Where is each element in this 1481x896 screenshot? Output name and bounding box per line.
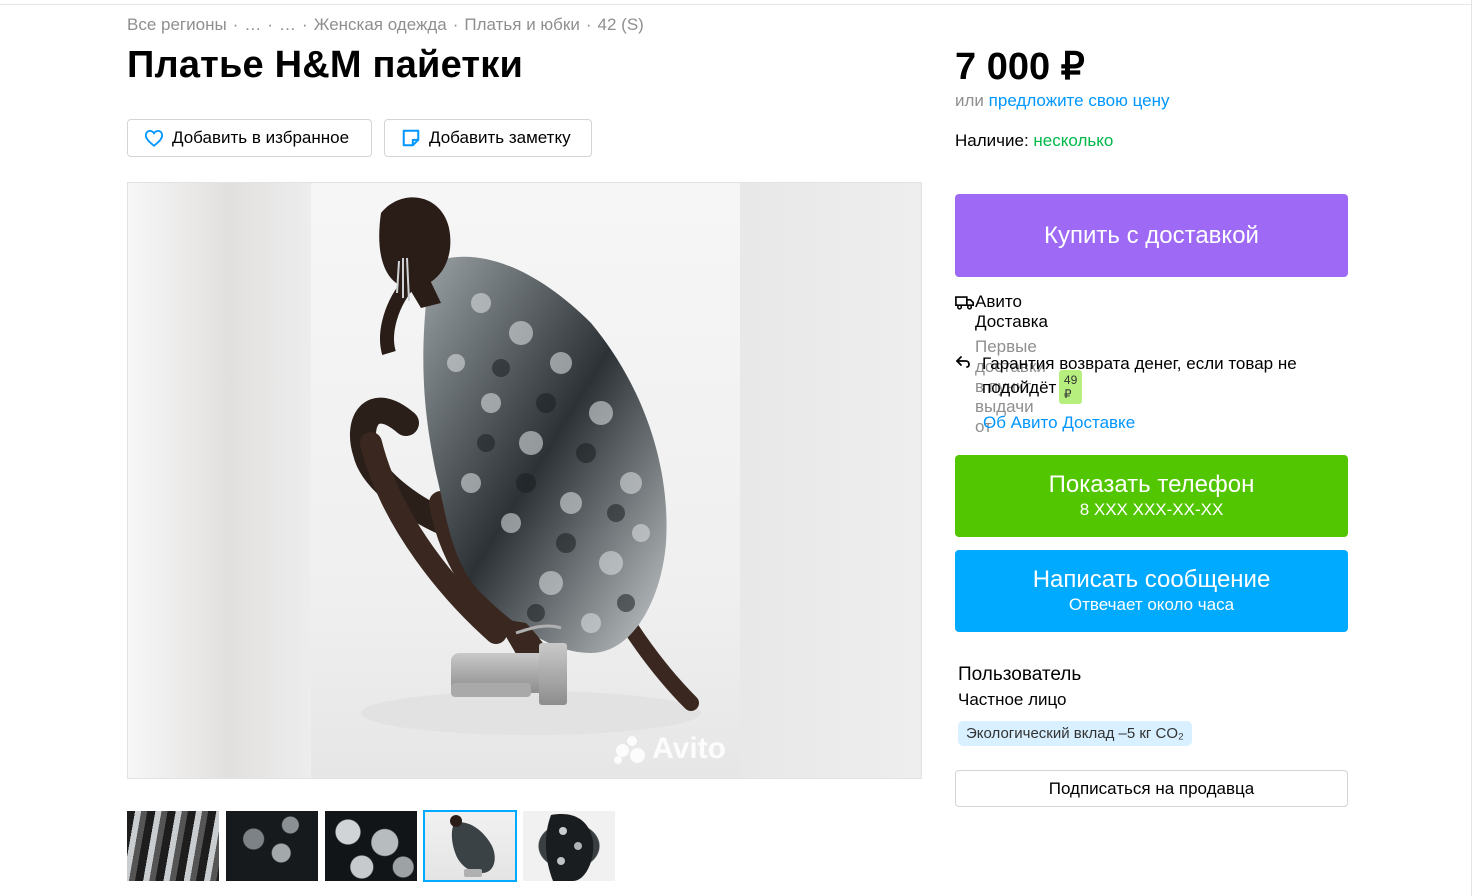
gallery-blur-left: [128, 183, 311, 778]
avito-logo-icon: [614, 734, 650, 764]
thumbnail-dress-illustration: [545, 814, 594, 881]
breadcrumb-separator: ·: [302, 15, 308, 34]
breadcrumb-item[interactable]: 42 (S): [598, 15, 644, 34]
thumbnail-active[interactable]: [423, 810, 517, 882]
thumbnail[interactable]: [127, 811, 219, 881]
breadcrumb-item[interactable]: Все регионы: [127, 15, 227, 34]
breadcrumb-separator: ·: [267, 15, 274, 34]
breadcrumb-item[interactable]: …: [244, 15, 261, 34]
availability: Наличие: несколько: [955, 131, 1113, 151]
seller-name[interactable]: Пользователь: [958, 664, 1081, 686]
gallery-blur-right: [738, 183, 921, 778]
seller-type: Частное лицо: [958, 690, 1067, 709]
delivery-title: Авито Доставка: [975, 292, 1049, 331]
availability-value: несколько: [1033, 131, 1114, 150]
buy-with-delivery-label: Купить с доставкой: [1044, 221, 1259, 249]
thumbnail[interactable]: [523, 811, 615, 881]
breadcrumb-item[interactable]: …: [279, 15, 296, 34]
send-message-label: Написать сообщение: [1032, 566, 1271, 593]
scrollbar[interactable]: [1471, 0, 1481, 896]
thumbnail-dress-illustration: [450, 815, 495, 877]
return-arrow-icon: [955, 352, 982, 400]
note-icon: [402, 129, 420, 147]
price-offer: или предложите свою цену: [955, 91, 1170, 111]
breadcrumb-item[interactable]: Женская одежда: [314, 15, 447, 34]
breadcrumb-separator: ·: [585, 15, 592, 34]
sequin-dress-illustration: [350, 197, 701, 735]
watermark-text: Avito: [652, 732, 726, 765]
image-gallery[interactable]: Avito: [127, 182, 922, 779]
buy-with-delivery-button[interactable]: Купить с доставкой: [955, 194, 1348, 277]
subscribe-seller-button[interactable]: Подписаться на продавца: [955, 770, 1348, 807]
breadcrumb-separator: ·: [232, 15, 239, 34]
main-product-photo[interactable]: Avito: [311, 183, 740, 778]
heart-icon: [144, 129, 164, 147]
add-to-favorites-button[interactable]: Добавить в избранное: [127, 119, 372, 157]
breadcrumb: Все регионы · … · … · Женская одежда · Платья и …: [127, 15, 644, 35]
offer-prefix: или: [955, 91, 984, 110]
return-guarantee-text: Гарантия возврата денег, если товар не п…: [982, 354, 1297, 397]
about-delivery-link[interactable]: Об Авито Доставке: [983, 413, 1135, 433]
phone-number-mask: 8 XXX XXX-XX-XX: [1079, 500, 1224, 519]
price: 7 000 ₽: [955, 46, 1085, 88]
avito-watermark: Avito: [614, 732, 726, 766]
show-phone-label: Показать телефон: [1048, 471, 1255, 498]
breadcrumb-separator: ·: [452, 15, 459, 34]
offer-price-link[interactable]: предложите свою цену: [989, 91, 1170, 110]
eco-badge: Экологический вклад –5 кг CO₂: [958, 721, 1192, 746]
add-to-favorites-label: Добавить в избранное: [172, 128, 350, 147]
top-divider: [0, 4, 1481, 5]
add-note-button[interactable]: Добавить заметку: [384, 119, 592, 157]
breadcrumb-item[interactable]: Платья и юбки: [464, 15, 579, 34]
response-time: Отвечает около часа: [1068, 595, 1235, 614]
page-title: Платье H&M пайетки: [127, 44, 524, 86]
thumbnail[interactable]: [325, 811, 417, 881]
send-message-button[interactable]: Написать сообщение Отвечает около часа: [955, 550, 1348, 632]
thumbnail-strip: [127, 810, 615, 882]
availability-label: Наличие:: [955, 131, 1029, 150]
add-note-label: Добавить заметку: [429, 128, 571, 147]
thumbnail[interactable]: [226, 811, 318, 881]
show-phone-button[interactable]: Показать телефон 8 XXX XXX-XX-XX: [955, 455, 1348, 537]
